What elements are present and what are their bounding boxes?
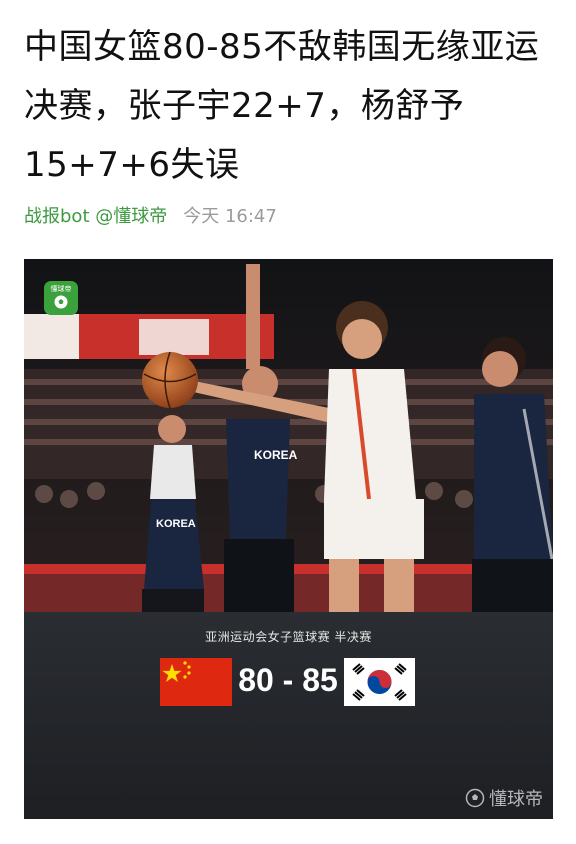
score-card: 亚洲运动会女子篮球赛 半决赛 80 - 85 懂球帝 [24, 612, 553, 819]
soccer-ball-icon [54, 295, 68, 309]
china-flag-icon [160, 658, 232, 706]
korea-flag-icon [344, 658, 415, 706]
game-photo: KOREA KOREA [24, 259, 553, 612]
article-image[interactable]: KOREA KOREA 懂球帝 亚洲运动会女子篮球赛 半决赛 80 - 85 懂… [24, 259, 553, 819]
svg-text:KOREA: KOREA [156, 518, 196, 530]
author-link[interactable]: 战报bot @懂球帝 [24, 202, 167, 228]
event-label: 亚洲运动会女子篮球赛 半决赛 [205, 630, 372, 644]
home-score: 80 [238, 662, 274, 698]
watermark-text: 懂球帝 [489, 789, 543, 810]
publish-time: 今天 16:47 [183, 206, 277, 227]
article-title: 中国女篮80-85不敌韩国无缘亚运决赛，张子宇22+7，杨舒予15+7+6失误 [24, 27, 540, 185]
score-separator: - [282, 662, 294, 698]
final-score: 80 - 85 [232, 656, 344, 704]
watermark: 懂球帝 [465, 785, 543, 811]
soccer-ball-icon [465, 788, 485, 808]
basketball [142, 352, 198, 408]
app-badge-label: 懂球帝 [50, 285, 72, 293]
away-score: 85 [302, 662, 338, 698]
article-meta: 战报bot @懂球帝 今天 16:47 [24, 203, 277, 227]
svg-text:KOREA: KOREA [254, 448, 298, 462]
app-badge-icon: 懂球帝 [44, 281, 78, 315]
